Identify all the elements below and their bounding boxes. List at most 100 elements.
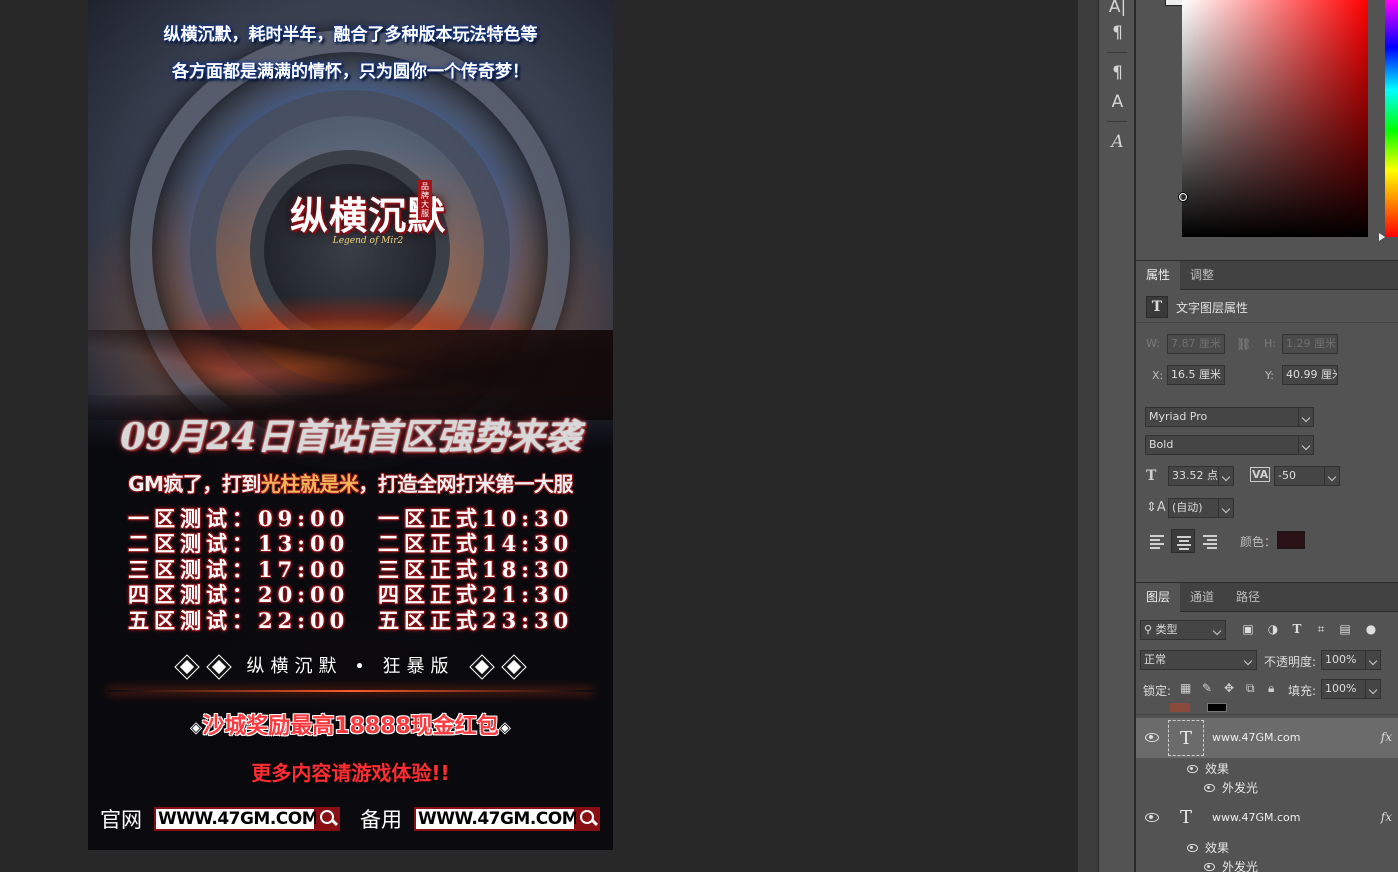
- blend-mode-select[interactable]: 正常: [1140, 650, 1257, 670]
- glyphs-icon[interactable]: A: [1099, 129, 1136, 155]
- game-logo-title: 纵横沉默: [289, 193, 446, 238]
- lock-transparency-icon[interactable]: ▦: [1180, 680, 1191, 696]
- tab-layers[interactable]: 图层: [1136, 583, 1181, 612]
- lock-paint-icon[interactable]: ✎: [1202, 680, 1212, 696]
- layer-row[interactable]: T www.47GM.com fx: [1136, 718, 1398, 758]
- adjustment-layer-filter-icon[interactable]: ◑: [1265, 621, 1281, 637]
- properties-divider: [1136, 322, 1398, 323]
- chevron-down-icon: [1365, 651, 1380, 669]
- font-size-field[interactable]: 33.52 点: [1168, 466, 1234, 486]
- diamond-icon: [206, 654, 232, 680]
- visibility-eye-icon[interactable]: [1145, 733, 1159, 742]
- document-canvas[interactable]: 纵横沉默，耗时半年，融合了多种版本玩法特色等 各方面都是满满的情怀，只为圆你一个…: [88, 0, 613, 850]
- align-left-button[interactable]: [1145, 529, 1169, 553]
- outer-glow-effect[interactable]: 外发光: [1222, 858, 1258, 872]
- strip-divider: [1107, 121, 1127, 122]
- shape-layer-filter-icon[interactable]: ⌗: [1313, 621, 1329, 637]
- tab-adjustments[interactable]: 调整: [1180, 261, 1224, 290]
- schedule-row: 二区测试：13:00 二区正式14:30: [124, 528, 584, 556]
- paragraph-styles-icon[interactable]: ¶: [1099, 60, 1136, 86]
- character-panel-icon[interactable]: A|: [1099, 0, 1136, 20]
- layer-name[interactable]: www.47GM.com: [1212, 731, 1300, 744]
- reward-diamond-icon: ◈: [498, 717, 512, 737]
- font-family-value: Myriad Pro: [1149, 410, 1208, 423]
- fx-icon[interactable]: fx: [1381, 810, 1392, 824]
- align-center-button[interactable]: [1171, 529, 1195, 553]
- leading-value: (自动): [1172, 501, 1203, 514]
- fill-field[interactable]: 100%: [1321, 679, 1381, 699]
- fx-icon[interactable]: fx: [1381, 730, 1392, 744]
- reward-diamond-icon: ◈: [189, 717, 203, 737]
- lock-artboard-icon[interactable]: ⧉: [1246, 680, 1255, 696]
- gm-slogan-part-2: ，打造全网打米第一大服: [358, 472, 573, 496]
- glow-divider: [108, 690, 593, 692]
- tracking-icon: VA: [1250, 467, 1271, 482]
- align-right-button[interactable]: [1198, 529, 1222, 553]
- outer-glow-visibility-eye-icon[interactable]: [1204, 784, 1215, 792]
- official-site-url: WWW.47GM.COM: [154, 807, 319, 831]
- layer-name[interactable]: www.47GM.com: [1212, 811, 1300, 824]
- diamond-icon: [501, 654, 527, 680]
- gm-slogan: GM疯了，打到光柱就是米，打造全网打米第一大服: [88, 468, 613, 497]
- type-layer-filter-icon[interactable]: T: [1289, 621, 1305, 637]
- chevron-down-icon: [1324, 467, 1339, 485]
- collapsed-panel-strip: A| ¶ ¶ A A: [1098, 0, 1135, 872]
- chevron-down-icon: [1365, 680, 1380, 698]
- pixel-layer-filter-icon[interactable]: ▣: [1240, 621, 1256, 637]
- lock-position-icon[interactable]: ✥: [1224, 680, 1234, 696]
- width-field[interactable]: 7.87 厘米: [1167, 334, 1225, 354]
- y-label: Y:: [1265, 369, 1274, 382]
- foreground-color-swatch[interactable]: [1165, 0, 1183, 6]
- layer-row-partial[interactable]: [1136, 701, 1398, 715]
- font-style-select[interactable]: Bold: [1145, 435, 1314, 455]
- color-saturation-field[interactable]: [1182, 0, 1368, 237]
- search-icon: [316, 807, 340, 831]
- effects-visibility-eye-icon[interactable]: [1187, 765, 1198, 773]
- diamond-icon: [174, 654, 200, 680]
- font-size-value: 33.52 点: [1172, 469, 1218, 482]
- layer-filter-value: 类型: [1155, 623, 1178, 636]
- y-field[interactable]: 40.99 厘米: [1282, 365, 1338, 385]
- effects-label: 效果: [1205, 841, 1230, 855]
- fill-value: 100%: [1325, 682, 1357, 695]
- opacity-field[interactable]: 100%: [1321, 650, 1381, 670]
- hue-slider-handle[interactable]: [1379, 233, 1385, 241]
- character-styles-icon[interactable]: A: [1099, 89, 1136, 115]
- link-icon[interactable]: ⛓: [1236, 336, 1251, 352]
- blend-mode-value: 正常: [1144, 653, 1166, 666]
- leading-field[interactable]: (自动): [1168, 498, 1234, 518]
- height-field[interactable]: 1.29 厘米: [1282, 334, 1338, 354]
- align-right-icon: [1203, 535, 1217, 549]
- promo-line-1: 纵横沉默，耗时半年，融合了多种版本玩法特色等: [163, 25, 538, 45]
- tab-properties[interactable]: 属性: [1136, 261, 1181, 290]
- right-panels: 属性 调整 T 文字图层属性 W: 7.87 厘米 ⛓ H: 1.29 厘米 X…: [1136, 0, 1398, 872]
- layer-mask-thumbnail: [1207, 703, 1227, 712]
- paragraph-icon[interactable]: ¶: [1099, 20, 1136, 46]
- chevron-down-icon: [1210, 621, 1225, 639]
- width-label: W:: [1146, 337, 1160, 350]
- test-time: 五区测试：22:00: [128, 607, 350, 633]
- tab-paths[interactable]: 路径: [1226, 583, 1270, 612]
- tracking-field[interactable]: -50: [1274, 466, 1340, 486]
- color-picker-cursor[interactable]: [1179, 193, 1187, 201]
- outer-glow-effect[interactable]: 外发光: [1222, 779, 1258, 796]
- promo-line-2: 各方面都是满满的情怀，只为圆你一个传奇梦！: [172, 62, 529, 82]
- effects-visibility-eye-icon[interactable]: [1187, 844, 1198, 852]
- search-icon: [576, 807, 600, 831]
- reward-text: 沙城奖励最高18888现金红包: [202, 714, 499, 739]
- layer-filter-select[interactable]: ⚲ 类型: [1140, 620, 1226, 640]
- x-field[interactable]: 16.5 厘米: [1167, 365, 1225, 385]
- font-family-select[interactable]: Myriad Pro: [1145, 407, 1314, 427]
- more-content-line: 更多内容请游戏体验!!: [251, 761, 450, 785]
- layer-row[interactable]: T www.47GM.com fx: [1136, 798, 1398, 838]
- smart-object-filter-icon[interactable]: ▤: [1337, 621, 1353, 637]
- filter-toggle-icon[interactable]: ●: [1363, 621, 1379, 637]
- lock-all-icon[interactable]: 🔒︎: [1268, 680, 1274, 696]
- tab-channels[interactable]: 通道: [1180, 583, 1224, 612]
- color-picker-panel: [1136, 0, 1398, 258]
- visibility-eye-icon[interactable]: [1145, 813, 1159, 822]
- text-color-swatch[interactable]: [1277, 531, 1305, 549]
- properties-title: 文字图层属性: [1176, 301, 1249, 315]
- hue-slider[interactable]: [1385, 0, 1398, 237]
- outer-glow-visibility-eye-icon[interactable]: [1204, 863, 1215, 871]
